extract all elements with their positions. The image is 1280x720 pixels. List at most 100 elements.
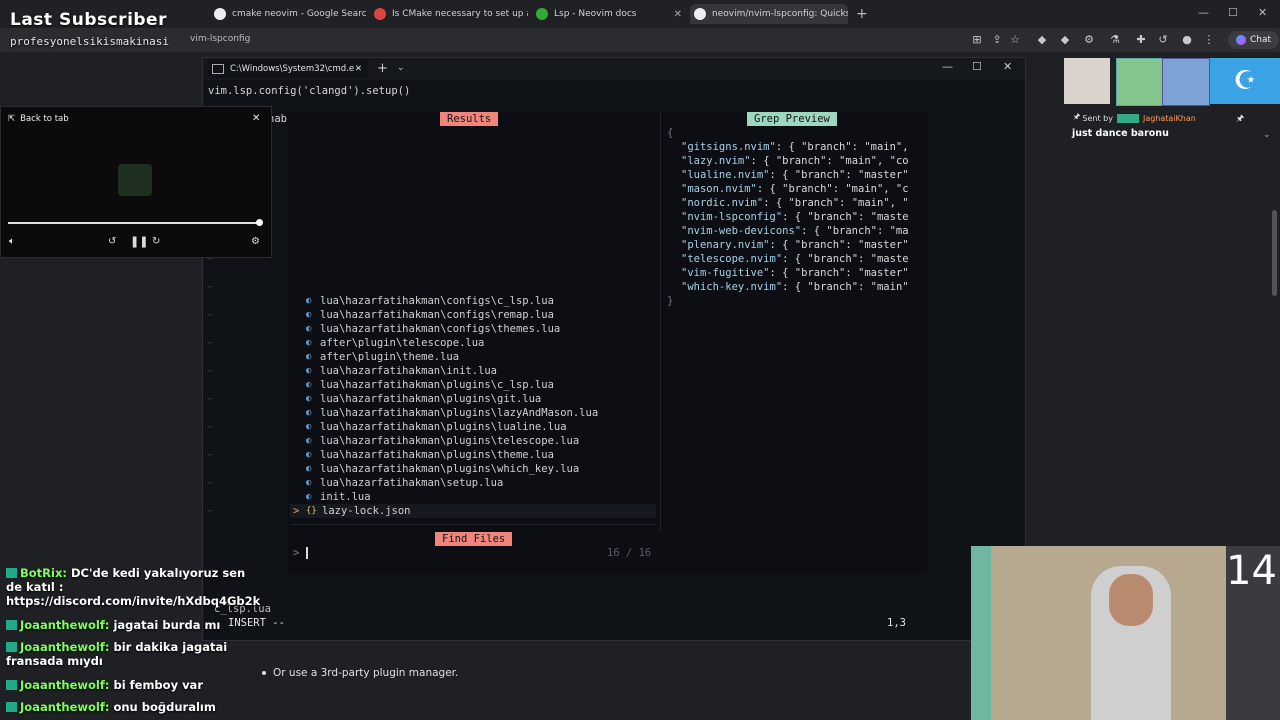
browser-tab-stackoverflow[interactable]: Is CMake necessary to set up a C ✕ [370, 4, 528, 24]
maximize-icon[interactable]: ☐ [972, 60, 982, 73]
history-icon[interactable]: ↺ [1156, 33, 1170, 47]
scrollbar[interactable] [1272, 210, 1277, 296]
progress-handle[interactable] [256, 219, 263, 226]
lua-icon: ◐ [306, 296, 312, 306]
pin-icon[interactable]: 🖈︎ [1236, 111, 1244, 127]
list-item[interactable]: ◐ lua\hazarfatihakman\init.lua [306, 364, 497, 378]
list-item[interactable]: ◐ lua\hazarfatihakman\configs\remap.lua [306, 308, 554, 322]
volume-icon[interactable]: 🔈︎ [9, 236, 15, 247]
list-item[interactable]: ◐ lua\hazarfatihakman\plugins\lazyAndMaso… [306, 406, 598, 420]
preview-line: "nvim-lspconfig": { "branch": "maste [681, 211, 909, 223]
google-icon [214, 8, 226, 20]
bookmark-star-icon[interactable]: ☆ [1008, 33, 1022, 47]
profile-avatar[interactable]: ● [1180, 33, 1194, 47]
pause-icon[interactable]: ❚❚ [130, 235, 148, 248]
lua-icon: ◐ [306, 436, 312, 446]
browser-tab-label: Lsp - Neovim docs [554, 9, 637, 19]
alert-sender: 🖈︎ Sent by JaghataiKhan [1073, 111, 1196, 125]
preview-line: "which-key.nvim": { "branch": "main" [681, 281, 909, 293]
extension-icon[interactable]: ◆ [1058, 33, 1072, 47]
forward-icon[interactable]: ↻ [152, 236, 160, 247]
list-item[interactable]: ◐ lua\hazarfatihakman\configs\c_lsp.lua [306, 294, 554, 308]
avatar [1116, 58, 1164, 106]
results-title: Results [440, 112, 499, 126]
preview-line: "telescope.nvim": { "branch": "maste [681, 253, 909, 265]
preview-line: "lualine.nvim": { "branch": "master" [681, 169, 909, 181]
divider [290, 524, 656, 525]
lua-icon: ◐ [306, 422, 312, 432]
empty-line-marker: ~ [207, 338, 214, 349]
chevron-down-icon[interactable]: ⌄ [397, 63, 405, 73]
list-item[interactable]: ◐ lua\hazarfatihakman\plugins\c_lsp.lua [306, 378, 554, 392]
selected-list-item[interactable]: {} lazy-lock.json [306, 504, 411, 518]
last-subscriber-title: Last Subscriber [10, 10, 167, 30]
list-item[interactable]: ◐ after\plugin\telescope.lua [306, 336, 484, 350]
back-to-tab-label: Back to tab [20, 114, 69, 124]
address-bar[interactable]: vim-lspconfig [190, 34, 250, 44]
empty-line-marker: ~ [207, 422, 214, 433]
share-icon[interactable]: ⇪ [990, 33, 1004, 47]
extensions-puzzle-icon[interactable]: ✚ [1134, 33, 1148, 47]
terminal-tab[interactable]: C:\Windows\System32\cmd.e ✕ [208, 60, 368, 78]
browser-tab-google[interactable]: cmake neovim - Google Search ✕ [210, 4, 366, 24]
browser-tab-neovim-docs[interactable]: Lsp - Neovim docs ✕ [532, 4, 688, 24]
list-item[interactable]: ◐ lua\hazarfatihakman\plugins\which_key.l… [306, 462, 579, 476]
lua-icon: ◐ [306, 464, 312, 474]
browser-tab-github[interactable]: neovim/nvim-lspconfig: Quickstart ✕ [690, 4, 848, 24]
list-item[interactable]: ◐ lua\hazarfatihakman\plugins\git.lua [306, 392, 541, 406]
chat-message: Joaanthewolf: onu boğduralım [6, 700, 250, 714]
alert-message: just dance baronu [1072, 128, 1169, 139]
person-face [1109, 574, 1153, 626]
chat-message: BotRix: DC'de kedi yakalıyoruz sen de ka… [6, 566, 261, 608]
close-icon[interactable]: ✕ [355, 64, 368, 74]
reddit-icon [374, 8, 386, 20]
rewind-icon[interactable]: ↺ [108, 236, 116, 247]
chat-button[interactable]: Chat [1228, 31, 1280, 49]
terminal-tab-title: C:\Windows\System32\cmd.e [230, 64, 355, 74]
close-window-icon[interactable]: ✕ [1258, 6, 1267, 19]
list-item[interactable]: ◐ lua\hazarfatihakman\configs\themes.lua [306, 322, 560, 336]
cmd-icon [212, 64, 224, 74]
list-item[interactable]: ◐ lua\hazarfatihakman\plugins\theme.lua [306, 448, 554, 462]
back-to-tab-button[interactable]: ⇱ Back to tab [8, 114, 69, 124]
minimize-icon[interactable]: — [942, 60, 953, 73]
translate-icon[interactable]: ⊞ [970, 33, 984, 47]
list-item[interactable]: ◐ lua\hazarfatihakman\setup.lua [306, 476, 503, 490]
empty-line-marker: ~ [207, 506, 214, 517]
minimize-icon[interactable]: — [1198, 6, 1209, 19]
empty-line-marker: ~ [207, 478, 214, 489]
close-window-icon[interactable]: ✕ [1003, 60, 1012, 73]
crescent-star-icon: ☪ [1210, 58, 1280, 104]
list-item[interactable]: ◐ init.lua [306, 490, 371, 504]
last-subscriber-name: profesyonelsikismakinasi [10, 35, 169, 48]
chevron-down-icon[interactable]: ⌄ [1263, 130, 1271, 140]
find-files-title: Find Files [435, 532, 513, 546]
search-input[interactable] [306, 547, 308, 559]
menu-dots-icon[interactable]: ⋮ [1202, 33, 1216, 47]
extension-icon[interactable]: ⚙ [1082, 33, 1096, 47]
extension-icon[interactable]: ⚗ [1108, 33, 1122, 47]
close-icon[interactable]: ✕ [674, 9, 688, 20]
preview-line: "mason.nvim": { "branch": "main", "c [681, 183, 909, 195]
video-progress-bar[interactable] [8, 222, 260, 224]
close-icon[interactable]: ✕ [252, 113, 260, 124]
neovim-icon [536, 8, 548, 20]
lua-icon: ◐ [306, 380, 312, 390]
code-line: vim.lsp.config('clangd').setup() [208, 85, 411, 97]
list-item[interactable]: ◐ lua\hazarfatihakman\plugins\telescope.l… [306, 434, 579, 448]
new-terminal-tab-button[interactable]: + [377, 61, 388, 76]
lua-icon: ◐ [306, 492, 312, 502]
lua-icon: ◐ [306, 310, 312, 320]
pane-divider [660, 112, 661, 532]
maximize-icon[interactable]: ☐ [1228, 6, 1238, 19]
lua-icon: ◐ [306, 352, 312, 362]
list-item[interactable]: ◐ lua\hazarfatihakman\plugins\lualine.lua [306, 420, 567, 434]
chat-message: Joaanthewolf: bir dakika jagatai fransad… [6, 640, 228, 668]
new-tab-button[interactable]: + [856, 6, 868, 22]
settings-gear-icon[interactable]: ⚙ [251, 236, 260, 247]
badge-icon [6, 620, 17, 630]
extension-icon[interactable]: ◆ [1035, 33, 1049, 47]
result-count: 16 / 16 [607, 547, 652, 559]
empty-line-marker: ~ [207, 450, 214, 461]
list-item[interactable]: ◐ after\plugin\theme.lua [306, 350, 459, 364]
